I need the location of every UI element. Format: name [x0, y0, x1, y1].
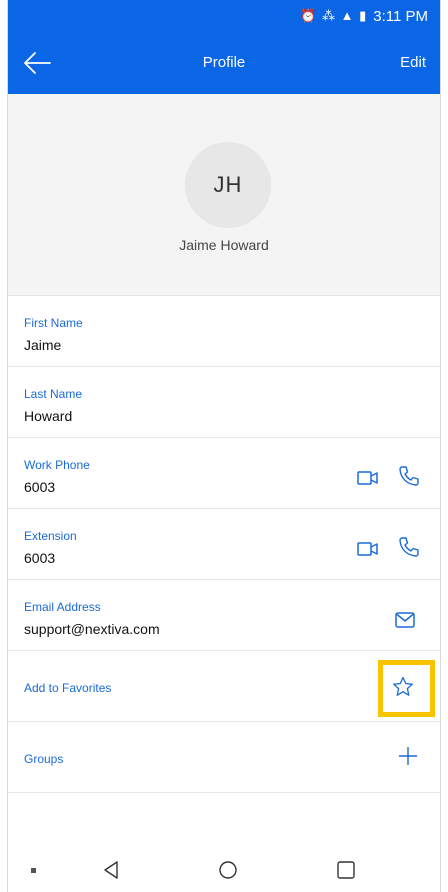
- recent-dot-icon[interactable]: [22, 858, 46, 882]
- phone-call-icon[interactable]: [397, 464, 421, 488]
- nav-home-icon[interactable]: [216, 858, 240, 882]
- field-value: Howard: [24, 408, 73, 424]
- email-row: Email Address support@nextiva.com: [8, 580, 440, 651]
- profile-full-name: Jaime Howard: [179, 237, 269, 253]
- profile-header: JH Jaime Howard: [8, 94, 440, 296]
- field-label: Last Name: [24, 387, 83, 401]
- field-label: Email Address: [24, 600, 101, 614]
- extension-row: Extension 6003: [8, 509, 440, 580]
- avatar: JH: [185, 142, 271, 228]
- status-bar: ⏰ ⁂ ▲ ▮ 3:11 PM: [8, 0, 440, 32]
- add-to-favorites-label[interactable]: Add to Favorites: [24, 681, 111, 695]
- video-call-icon[interactable]: [356, 537, 380, 561]
- video-call-icon[interactable]: [356, 466, 380, 490]
- email-icon[interactable]: [393, 608, 417, 632]
- field-label: First Name: [24, 316, 83, 330]
- work-phone-row: Work Phone 6003: [8, 438, 440, 509]
- first-name-row: First Name Jaime: [8, 296, 440, 367]
- field-value: support@nextiva.com: [24, 621, 160, 637]
- field-value: Jaime: [24, 337, 62, 353]
- edit-button[interactable]: Edit: [400, 54, 426, 71]
- system-nav-bar: [8, 850, 440, 892]
- page-title: Profile: [202, 54, 246, 71]
- status-icons: ⏰ ⁂ ▲ ▮: [300, 8, 368, 23]
- groups-row[interactable]: Groups: [8, 722, 440, 793]
- field-label: Work Phone: [24, 458, 90, 472]
- nav-back-icon[interactable]: [99, 858, 123, 882]
- app-bar: Profile Edit: [8, 32, 440, 94]
- phone-screen: ⏰ ⁂ ▲ ▮ 3:11 PM Profile Edit JH Jaime Ho…: [7, 0, 441, 892]
- last-name-row: Last Name Howard: [8, 367, 440, 438]
- field-label: Extension: [24, 529, 77, 543]
- groups-label[interactable]: Groups: [24, 752, 63, 766]
- field-value: 6003: [24, 550, 56, 566]
- status-time: 3:11 PM: [373, 7, 428, 25]
- add-to-favorites-row[interactable]: Add to Favorites: [8, 651, 440, 722]
- star-icon[interactable]: [391, 675, 415, 699]
- add-icon[interactable]: [396, 744, 420, 768]
- nav-overview-icon[interactable]: [334, 858, 358, 882]
- field-value: 6003: [24, 479, 56, 495]
- phone-call-icon[interactable]: [397, 535, 421, 559]
